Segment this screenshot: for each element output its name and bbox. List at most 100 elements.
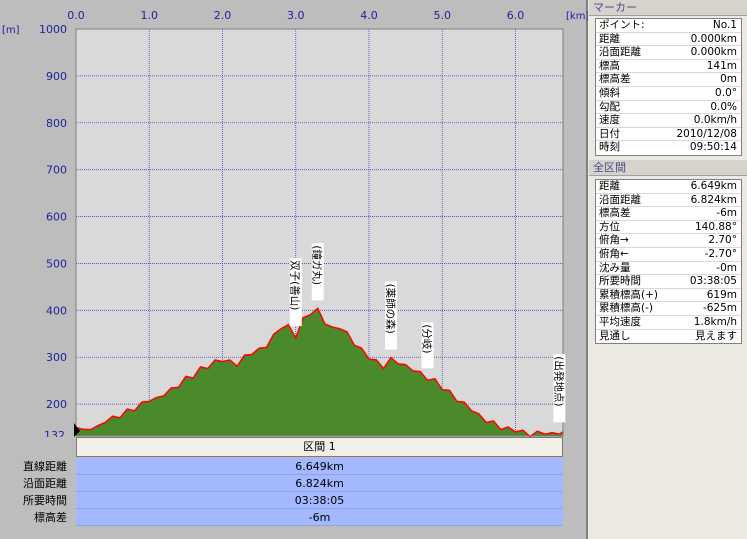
info-value: -6m [716,207,737,220]
waypoint-label[interactable]: (出発地点) [552,356,565,406]
total-panel: 距離 6.649km 沿面距離 6.824km 標高差 -6m 方位 140.88° 俯角→ 2.… [595,179,742,345]
info-value: 1.8km/h [693,315,737,328]
marker-panel-title: マーカー [589,0,747,16]
info-label: 見通し [599,329,631,342]
info-row: 沿面距離 6.824km [596,194,741,208]
info-row: 平均速度 1.8km/h [596,316,741,330]
x-tick-label: 1.0 [140,9,158,22]
section-stat-row: 標高差 -6m [0,509,563,526]
section-stat-row: 直線距離 6.649km [0,458,563,475]
waypoint-label[interactable]: (薬師の森) [384,284,397,334]
info-value: -625m [702,302,737,315]
info-row: 日付 2010/12/08 [596,128,741,142]
section-header[interactable]: 区間 1 [76,437,563,457]
total-panel-title: 全区間 [589,160,747,176]
y-tick-label: 200 [46,398,67,411]
info-value: 0.000km [690,32,737,45]
info-value: 0m [720,73,737,86]
section-stat-value: 6.649km [76,458,563,475]
x-tick-label: 0.0 [67,9,85,22]
info-row: 傾斜 0.0° [596,87,741,101]
info-label: 沈み量 [599,261,631,274]
y-tick-label: 1000 [39,23,67,36]
info-label: 日付 [599,127,620,140]
info-row: 累積標高(+) 619m [596,289,741,303]
info-label: 俯角→ [599,234,629,247]
info-value: 6.649km [690,180,737,192]
info-row: 勾配 0.0% [596,101,741,115]
info-row: 沈み量 -0m [596,262,741,276]
info-row: 距離 0.000km [596,33,741,47]
info-row: 俯角← -2.70° [596,248,741,262]
section-stat-value: 03:38:05 [76,492,563,509]
info-label: 距離 [599,180,620,192]
info-row: 速度 0.0km/h [596,114,741,128]
info-label: 速度 [599,114,620,127]
info-label: 傾斜 [599,86,620,99]
info-row: 見通し 見えます [596,330,741,344]
info-label: 距離 [599,32,620,45]
x-unit-label: [km] [566,11,588,22]
info-label: 累積標高(+) [599,288,658,301]
y-tick-label: 500 [46,257,67,270]
info-value: 0.0km/h [693,114,737,127]
waypoint-label[interactable]: (鐘ガ丸) [311,245,324,285]
section-stat-label: 直線距離 [23,460,67,473]
info-label: 時刻 [599,141,620,154]
info-row: 所要時間 03:38:05 [596,275,741,289]
info-value: 0.0° [715,86,737,99]
x-tick-label: 6.0 [507,9,525,22]
section-stat-label: 所要時間 [23,494,67,507]
waypoint-label[interactable]: 双子(善山) [289,260,302,310]
info-label: 勾配 [599,100,620,113]
info-value: 6.824km [690,193,737,206]
x-tick-label: 5.0 [433,9,451,22]
info-label: 標高 [599,59,620,72]
y-tick-label: 400 [46,304,67,317]
profile-window: 0.0 1.0 2.0 3.0 4.0 5.0 6.0 1000 900 800 700 600 50… [0,0,747,539]
info-row: 方位 140.88° [596,221,741,235]
info-value: 141m [706,59,737,72]
info-label: 沿面距離 [599,193,641,206]
info-row: 距離 6.649km [596,180,741,194]
info-value: 0.0% [710,100,737,113]
info-value: No.1 [712,19,737,31]
info-row: 標高差 -6m [596,207,741,221]
info-value: 0.000km [690,46,737,59]
info-row: 俯角→ 2.70° [596,234,741,248]
info-row: 標高 141m [596,60,741,74]
section-stat-label: 標高差 [34,511,67,524]
info-value: 03:38:05 [689,275,737,288]
info-value: 見えます [695,329,737,342]
info-value: -2.70° [704,247,737,260]
info-row: 時刻 09:50:14 [596,141,741,155]
info-value: 140.88° [695,220,737,233]
info-label: 標高差 [599,73,631,86]
info-value: -0m [716,261,737,274]
section-stat-row: 沿面距離 6.824km [0,475,563,492]
info-label: 俯角← [599,247,629,260]
info-label: 沿面距離 [599,46,641,59]
x-tick-labels: 0.0 1.0 2.0 3.0 4.0 5.0 6.0 [67,9,524,22]
info-row: 累積標高(-) -625m [596,302,741,316]
y-tick-label: 800 [46,117,67,130]
y-unit-label: [m] [2,25,20,36]
info-label: 方位 [599,220,620,233]
elevation-chart[interactable]: 0.0 1.0 2.0 3.0 4.0 5.0 6.0 1000 900 800 700 600 50… [0,0,588,437]
info-label: 平均速度 [599,315,641,328]
info-label: 所要時間 [599,275,641,288]
y-tick-labels: 1000 900 800 700 600 500 400 300 200 [39,23,67,411]
y-tick-label: 900 [46,70,67,83]
waypoint-label[interactable]: (分岐) [421,324,434,353]
info-row: 沿面距離 0.000km [596,46,741,60]
marker-panel: ポイント: No.1 距離 0.000km 沿面距離 0.000km 標高 141m 標高差 0m… [595,18,742,156]
y-tick-label: 300 [46,351,67,364]
info-row: ポイント: No.1 [596,19,741,33]
x-tick-label: 3.0 [287,9,305,22]
x-tick-label: 4.0 [360,9,378,22]
section-stat-value: 6.824km [76,475,563,492]
y-tick-label: 600 [46,211,67,224]
x-tick-label: 2.0 [214,9,232,22]
info-row: 標高差 0m [596,73,741,87]
info-value: 09:50:14 [689,141,737,154]
